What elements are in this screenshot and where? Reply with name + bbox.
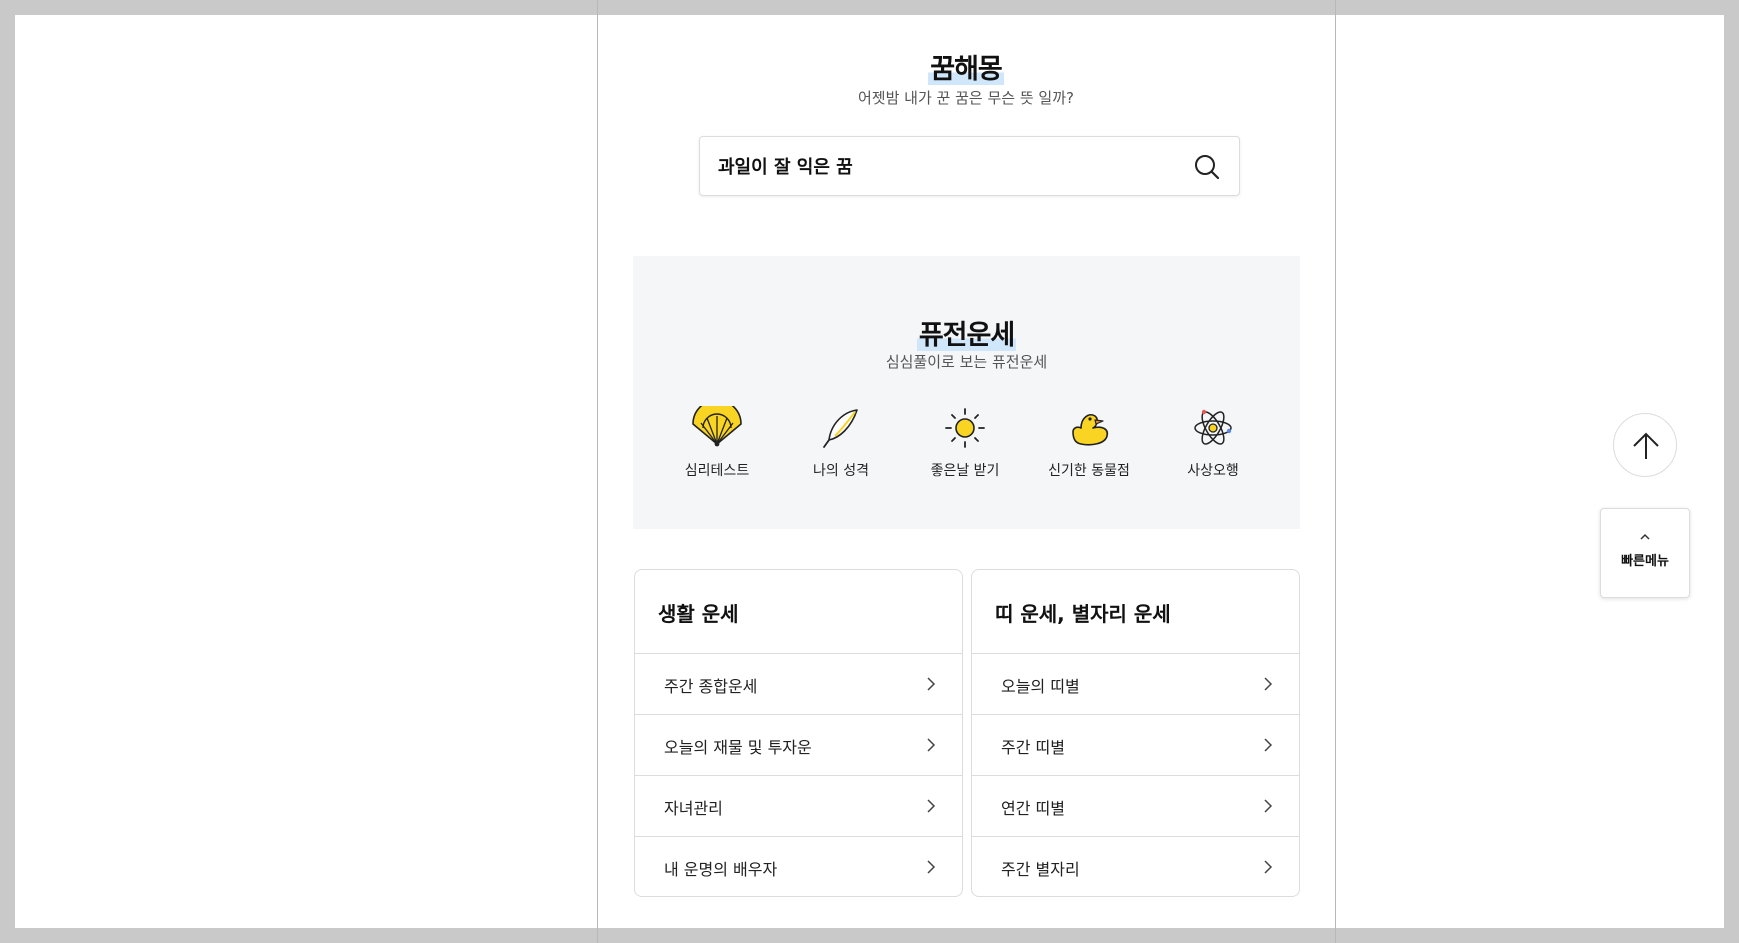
- main-column: 꿈해몽 어젯밤 내가 꾼 꿈은 무슨 뜻 일까? 퓨전운세 심심풀이로 보는 퓨…: [597, 15, 1335, 928]
- list-item-label: 자녀관리: [664, 799, 723, 818]
- dream-search-box: [699, 136, 1240, 196]
- list-item-label: 주간 별자리: [1001, 860, 1080, 879]
- list-item[interactable]: 오늘의 재물 및 투자운: [635, 714, 962, 775]
- fusion-item-animal-fortune[interactable]: 신기한 동물점: [1027, 406, 1151, 486]
- list-item[interactable]: 자녀관리: [635, 775, 962, 836]
- fusion-item-label: 나의 성격: [813, 463, 869, 479]
- arrow-up-icon: [1633, 432, 1659, 459]
- dream-title: 꿈해몽: [597, 47, 1335, 86]
- zodiac-fortune-card: 띠 운세, 별자리 운세 오늘의 띠별 주간 띠별 연간 띠별 주간 별자리: [971, 569, 1300, 897]
- search-icon[interactable]: [1193, 153, 1221, 181]
- fusion-fortune-section: 퓨전운세 심심풀이로 보는 퓨전운세 심리테스트 나의 성격 좋은날 받기 신기…: [633, 256, 1300, 529]
- list-item[interactable]: 주간 띠별: [972, 714, 1299, 775]
- scroll-to-top-button[interactable]: [1613, 413, 1677, 477]
- fusion-item-label: 신기한 동물점: [1048, 463, 1130, 479]
- chevron-right-icon: [927, 677, 936, 691]
- list-item[interactable]: 주간 종합운세: [635, 653, 962, 714]
- chevron-right-icon: [1264, 738, 1273, 752]
- list-item-label: 주간 종합운세: [664, 677, 758, 696]
- fusion-title-text: 퓨전운세: [916, 320, 1017, 351]
- list-item[interactable]: 오늘의 띠별: [972, 653, 1299, 714]
- fusion-item-four-elements[interactable]: 사상오행: [1151, 406, 1275, 486]
- fan-icon: [692, 406, 742, 447]
- sun-icon: [945, 408, 985, 448]
- life-fortune-title: 생활 운세: [658, 602, 739, 626]
- list-item[interactable]: 내 운명의 배우자: [635, 836, 962, 896]
- chevron-right-icon: [1264, 860, 1273, 874]
- feather-icon: [823, 409, 858, 448]
- fusion-subtitle: 심심풀이로 보는 퓨전운세: [885, 353, 1048, 371]
- chevron-right-icon: [927, 860, 936, 874]
- fusion-item-good-day[interactable]: 좋은날 받기: [903, 406, 1027, 486]
- list-item-label: 내 운명의 배우자: [664, 860, 778, 879]
- dream-title-text: 꿈해몽: [928, 54, 1004, 85]
- dream-search-input[interactable]: [718, 153, 1158, 179]
- duck-icon: [1072, 413, 1109, 446]
- guide-line-right: [1335, 0, 1336, 943]
- quick-menu-label: 빠른메뉴: [1621, 554, 1669, 569]
- zodiac-fortune-list: 오늘의 띠별 주간 띠별 연간 띠별 주간 별자리: [972, 653, 1299, 896]
- fusion-item-label: 심리테스트: [684, 463, 750, 479]
- list-item-label: 연간 띠별: [1001, 799, 1065, 818]
- list-item[interactable]: 주간 별자리: [972, 836, 1299, 896]
- fusion-title: 퓨전운세: [633, 313, 1300, 352]
- chevron-right-icon: [927, 799, 936, 813]
- list-item-label: 주간 띠별: [1001, 738, 1065, 757]
- fusion-item-psych-test[interactable]: 심리테스트: [655, 406, 779, 486]
- zodiac-fortune-title: 띠 운세, 별자리 운세: [995, 602, 1171, 626]
- atom-icon: [1194, 409, 1232, 445]
- quick-menu-button[interactable]: 빠른메뉴: [1600, 508, 1690, 598]
- fusion-item-my-personality[interactable]: 나의 성격: [779, 406, 903, 486]
- chevron-right-icon: [1264, 677, 1273, 691]
- list-item[interactable]: 연간 띠별: [972, 775, 1299, 836]
- list-item-label: 오늘의 재물 및 투자운: [664, 738, 812, 757]
- chevron-up-icon: [1640, 533, 1650, 540]
- life-fortune-list: 주간 종합운세 오늘의 재물 및 투자운 자녀관리 내 운명의 배우자: [635, 653, 962, 896]
- life-fortune-card: 생활 운세 주간 종합운세 오늘의 재물 및 투자운 자녀관리 내 운명의 배우…: [634, 569, 963, 897]
- chevron-right-icon: [1264, 799, 1273, 813]
- fusion-item-label: 좋은날 받기: [930, 463, 1000, 479]
- chevron-right-icon: [927, 738, 936, 752]
- fusion-item-label: 사상오행: [1187, 463, 1239, 479]
- list-item-label: 오늘의 띠별: [1001, 677, 1080, 696]
- fusion-items: 심리테스트 나의 성격 좋은날 받기 신기한 동물점 사상오행: [655, 406, 1275, 486]
- dream-subtitle: 어젯밤 내가 꾼 꿈은 무슨 뜻 일까?: [858, 89, 1074, 107]
